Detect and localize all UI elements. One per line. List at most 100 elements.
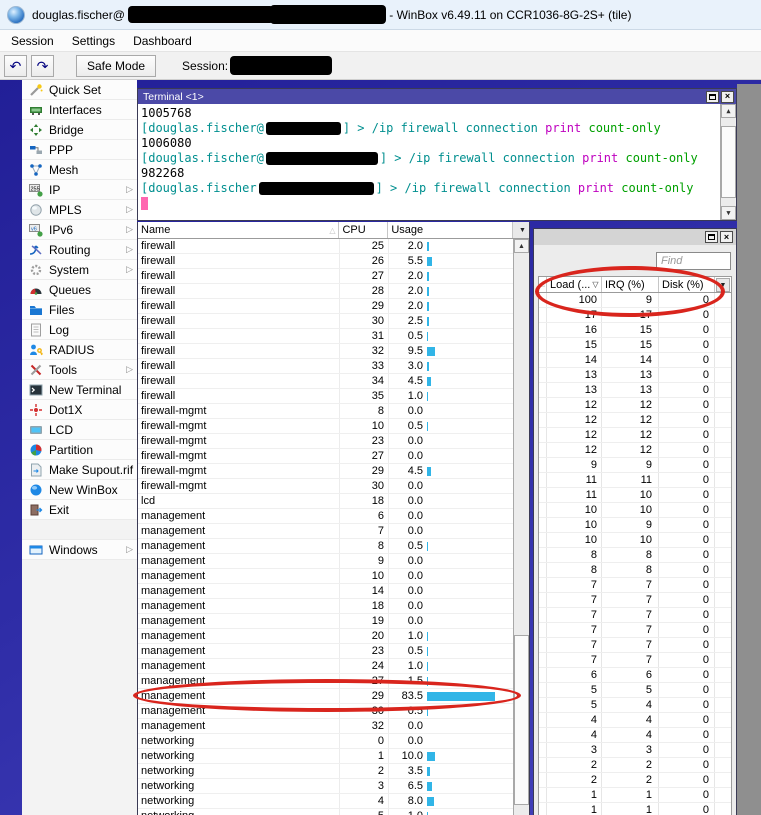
close-icon[interactable]: × (721, 90, 734, 103)
process-row[interactable]: firewall 25 2.0 (138, 239, 514, 254)
sidebar-item-lcd[interactable]: LCD (22, 420, 137, 440)
cpu-window-titlebar[interactable]: × (534, 229, 736, 245)
column-header-name[interactable]: Name △ (138, 222, 340, 238)
cpu-core-row[interactable]: 16 15 0 (539, 323, 731, 338)
cpu-core-row[interactable]: 220 (539, 758, 731, 773)
process-row[interactable]: firewall-mgmt 10 0.5 (138, 419, 514, 434)
process-row[interactable]: firewall-mgmt 23 0.0 (138, 434, 514, 449)
cpu-core-row[interactable]: 770 (539, 623, 731, 638)
undo-button[interactable]: ↶ (4, 54, 27, 77)
cpu-core-row[interactable]: 110 (539, 788, 731, 803)
process-row[interactable]: firewall-mgmt 29 4.5 (138, 464, 514, 479)
sidebar-item-make-supout-rif[interactable]: Make Supout.rif (22, 460, 137, 480)
sidebar-item-interfaces[interactable]: Interfaces (22, 100, 137, 120)
cpu-core-row[interactable]: 220 (539, 773, 731, 788)
process-row[interactable]: lcd 18 0.0 (138, 494, 514, 509)
process-row[interactable]: firewall-mgmt 30 0.0 (138, 479, 514, 494)
cpu-core-row[interactable]: 14 14 0 (539, 353, 731, 368)
cpu-core-row[interactable]: 330 (539, 743, 731, 758)
process-row[interactable]: firewall-mgmt 27 0.0 (138, 449, 514, 464)
terminal-titlebar[interactable]: Terminal <1> × (138, 89, 736, 104)
process-row[interactable]: firewall 34 4.5 (138, 374, 514, 389)
sidebar-item-ipv6[interactable]: v6 IPv6 ▷ (22, 220, 137, 240)
column-header-cpu[interactable]: CPU (339, 222, 389, 238)
cpu-core-row[interactable]: 15 15 0 (539, 338, 731, 353)
process-row[interactable]: firewall 28 2.0 (138, 284, 514, 299)
process-row[interactable]: firewall 27 2.0 (138, 269, 514, 284)
cpu-core-row[interactable]: 13 13 0 (539, 368, 731, 383)
terminal-scrollbar[interactable]: ▲ ▼ (720, 104, 736, 220)
process-row[interactable]: management 30 0.5 (138, 704, 514, 719)
process-row[interactable]: networking51.0 (138, 809, 514, 815)
column-chooser-button[interactable]: ▼ (716, 278, 730, 292)
scroll-up-icon[interactable]: ▲ (721, 104, 736, 118)
process-scrollbar[interactable]: ▲ (513, 239, 529, 815)
scroll-up-icon[interactable]: ▲ (514, 239, 529, 253)
cpu-core-row[interactable]: 12 12 0 (539, 398, 731, 413)
process-row[interactable]: management 29 83.5 (138, 689, 514, 704)
cpu-core-row[interactable]: 880 (539, 563, 731, 578)
sidebar-item-radius[interactable]: RADIUS (22, 340, 137, 360)
cpu-core-row[interactable]: 11 11 0 (539, 473, 731, 488)
process-row[interactable]: management 8 0.5 (138, 539, 514, 554)
process-row[interactable]: networking 3 6.5 (138, 779, 514, 794)
cpu-core-row[interactable]: 770 (539, 593, 731, 608)
process-row[interactable]: management 32 0.0 (138, 719, 514, 734)
sidebar-item-log[interactable]: Log (22, 320, 137, 340)
process-row[interactable]: management 6 0.0 (138, 509, 514, 524)
cpu-core-row[interactable]: 10 9 0 (539, 518, 731, 533)
menu-session[interactable]: Session (2, 32, 63, 50)
process-row[interactable]: management 10 0.0 (138, 569, 514, 584)
cpu-core-row[interactable]: 770 (539, 608, 731, 623)
process-row[interactable]: management 9 0.0 (138, 554, 514, 569)
process-row[interactable]: management 19 0.0 (138, 614, 514, 629)
close-icon[interactable]: × (720, 231, 733, 243)
menu-dashboard[interactable]: Dashboard (124, 32, 201, 50)
process-row[interactable]: management 23 0.5 (138, 644, 514, 659)
sidebar-item-partition[interactable]: Partition (22, 440, 137, 460)
process-row[interactable]: firewall 29 2.0 (138, 299, 514, 314)
sidebar-item-mesh[interactable]: Mesh (22, 160, 137, 180)
sidebar-item-system[interactable]: System ▷ (22, 260, 137, 280)
sidebar-item-dot1x[interactable]: Dot1X (22, 400, 137, 420)
sidebar-item-queues[interactable]: Queues (22, 280, 137, 300)
scrollbar-thumb[interactable] (721, 126, 736, 198)
maximize-button[interactable] (706, 90, 719, 103)
process-row[interactable]: management 27 1.5 (138, 674, 514, 689)
column-header-usage[interactable]: Usage (388, 222, 514, 238)
process-row[interactable]: networking 0 0.0 (138, 734, 514, 749)
process-row[interactable]: networking 4 8.0 (138, 794, 514, 809)
cpu-core-row[interactable]: 440 (539, 713, 731, 728)
sidebar-item-bridge[interactable]: Bridge (22, 120, 137, 140)
sidebar-item-windows[interactable]: Windows ▷ (22, 540, 137, 560)
column-chooser-button[interactable]: ▼ (513, 222, 529, 238)
column-header-irq[interactable]: IRQ (%) (602, 277, 659, 292)
process-row[interactable]: firewall 31 0.5 (138, 329, 514, 344)
cpu-core-row[interactable]: 990 (539, 458, 731, 473)
terminal-content[interactable]: 1005768 [douglas.fischer@] > /ip firewall… (138, 104, 736, 220)
column-header-load[interactable]: Load (... ▽ (547, 277, 602, 292)
cpu-core-row[interactable]: 13 13 0 (539, 383, 731, 398)
find-input[interactable] (656, 252, 731, 270)
cpu-core-row[interactable]: 100 9 0 (539, 293, 731, 308)
cpu-core-row[interactable]: 10 10 0 (539, 533, 731, 548)
cpu-core-row[interactable]: 660 (539, 668, 731, 683)
sidebar-item-routing[interactable]: Routing ▷ (22, 240, 137, 260)
process-row[interactable]: firewall 30 2.5 (138, 314, 514, 329)
process-row[interactable]: firewall-mgmt 8 0.0 (138, 404, 514, 419)
sidebar-item-new-terminal[interactable]: New Terminal (22, 380, 137, 400)
cpu-core-row[interactable]: 770 (539, 638, 731, 653)
cpu-core-row[interactable]: 11 10 0 (539, 488, 731, 503)
process-row[interactable]: networking 1 10.0 (138, 749, 514, 764)
process-row[interactable]: networking 2 3.5 (138, 764, 514, 779)
cpu-core-row[interactable]: 440 (539, 728, 731, 743)
cpu-core-row[interactable]: 12 12 0 (539, 443, 731, 458)
cpu-core-row[interactable]: 10 10 0 (539, 503, 731, 518)
cpu-core-row[interactable]: 12 12 0 (539, 413, 731, 428)
sidebar-item-mpls[interactable]: MPLS ▷ (22, 200, 137, 220)
maximize-button[interactable] (705, 231, 718, 243)
sidebar-item-ppp[interactable]: PPP (22, 140, 137, 160)
process-row[interactable]: firewall 33 3.0 (138, 359, 514, 374)
cpu-core-row[interactable]: 770 (539, 653, 731, 668)
safe-mode-button[interactable]: Safe Mode (76, 54, 157, 77)
